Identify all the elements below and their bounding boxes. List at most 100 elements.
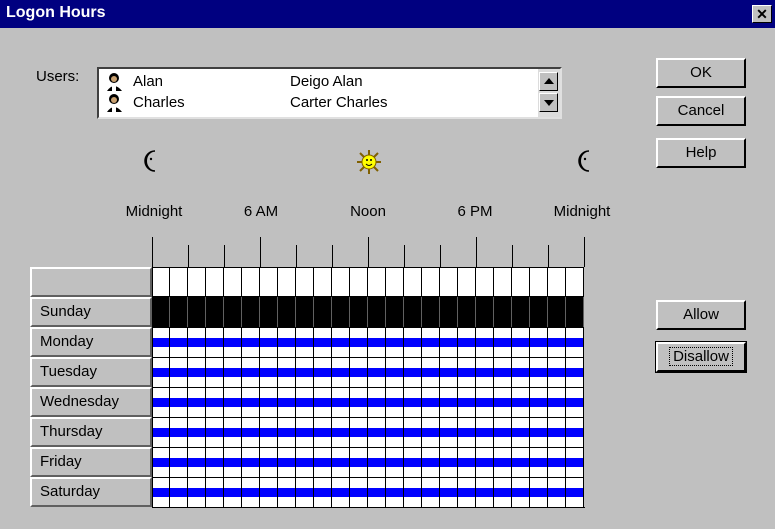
hour-cell[interactable] [476,327,494,357]
hour-cell[interactable] [206,417,224,447]
hour-cell[interactable] [566,357,584,387]
help-button[interactable]: Help [656,138,746,168]
day-row-button[interactable]: Monday [30,327,152,357]
hour-cell[interactable] [314,387,332,417]
hour-cell[interactable] [548,327,566,357]
hour-cell[interactable] [188,357,206,387]
select-all-button[interactable] [30,267,152,297]
hour-cell[interactable] [314,327,332,357]
hour-cell[interactable] [206,297,224,327]
hour-cell[interactable] [278,387,296,417]
hour-cell[interactable] [278,417,296,447]
hour-cell[interactable] [494,387,512,417]
hour-cell[interactable] [566,417,584,447]
hour-cell[interactable] [242,417,260,447]
hour-cell[interactable] [476,357,494,387]
hour-cell[interactable] [332,447,350,477]
hour-cell[interactable] [422,357,440,387]
hour-cell[interactable] [566,447,584,477]
hour-column-button[interactable] [404,267,422,297]
hour-cell[interactable] [512,327,530,357]
hour-cell[interactable] [350,387,368,417]
hour-cell[interactable] [242,327,260,357]
list-item[interactable]: Charles Carter Charles [105,93,535,113]
hour-cell[interactable] [332,357,350,387]
hour-cell[interactable] [566,387,584,417]
hour-cell[interactable] [566,327,584,357]
day-row-button[interactable]: Sunday [30,297,152,327]
scroll-down-button[interactable] [539,93,558,112]
hour-cell[interactable] [224,447,242,477]
hour-cell[interactable] [152,417,170,447]
hour-cell[interactable] [440,417,458,447]
hour-cell[interactable] [350,417,368,447]
hour-cell[interactable] [440,357,458,387]
hour-cell[interactable] [170,477,188,507]
hour-cell[interactable] [548,387,566,417]
hour-cell[interactable] [476,417,494,447]
hour-cell[interactable] [530,447,548,477]
hour-cell[interactable] [314,357,332,387]
hour-cell[interactable] [476,447,494,477]
hour-cell[interactable] [476,477,494,507]
hour-cell[interactable] [350,327,368,357]
hour-cell[interactable] [512,417,530,447]
hour-cell[interactable] [404,477,422,507]
hour-cell[interactable] [350,447,368,477]
hour-column-button[interactable] [566,267,584,297]
hour-cell[interactable] [206,387,224,417]
hour-cell[interactable] [170,327,188,357]
hour-cell[interactable] [458,327,476,357]
hour-column-button[interactable] [476,267,494,297]
hour-cell[interactable] [476,387,494,417]
hour-cell[interactable] [260,447,278,477]
hour-cell[interactable] [548,297,566,327]
hour-cell[interactable] [170,357,188,387]
hour-cell[interactable] [224,477,242,507]
day-row-button[interactable]: Thursday [30,417,152,447]
scroll-up-button[interactable] [539,72,558,91]
hour-cell[interactable] [242,477,260,507]
hour-cell[interactable] [188,417,206,447]
hour-column-button[interactable] [386,267,404,297]
hour-cell[interactable] [260,357,278,387]
hour-cell[interactable] [296,297,314,327]
hour-cell[interactable] [422,387,440,417]
hour-cell[interactable] [386,357,404,387]
hour-cell[interactable] [278,447,296,477]
hour-column-button[interactable] [242,267,260,297]
hour-cell[interactable] [152,447,170,477]
list-scrollbar[interactable] [538,69,560,117]
hour-cell[interactable] [404,327,422,357]
hour-cell[interactable] [296,387,314,417]
hour-cell[interactable] [350,357,368,387]
hour-cell[interactable] [350,477,368,507]
hour-cell[interactable] [224,417,242,447]
hour-cell[interactable] [170,297,188,327]
hour-cell[interactable] [206,357,224,387]
hour-cell[interactable] [314,447,332,477]
hour-cell[interactable] [260,327,278,357]
hour-column-button[interactable] [512,267,530,297]
hour-cell[interactable] [458,357,476,387]
hour-cell[interactable] [530,387,548,417]
hour-cell[interactable] [458,477,476,507]
hour-column-button[interactable] [314,267,332,297]
hour-cell[interactable] [512,477,530,507]
hour-cell[interactable] [260,297,278,327]
hour-column-button[interactable] [296,267,314,297]
hour-cell[interactable] [422,477,440,507]
hour-cell[interactable] [278,327,296,357]
hour-cell[interactable] [404,387,422,417]
hour-cell[interactable] [188,297,206,327]
users-listbox[interactable]: Alan Deigo Alan Charles Carter Charles [97,67,562,119]
hour-cell[interactable] [206,447,224,477]
hour-cell[interactable] [368,357,386,387]
hour-cell[interactable] [152,357,170,387]
hour-cell[interactable] [278,357,296,387]
hour-cell[interactable] [224,387,242,417]
hour-column-button[interactable] [278,267,296,297]
day-row-button[interactable]: Wednesday [30,387,152,417]
hour-cell[interactable] [404,357,422,387]
hour-column-button[interactable] [422,267,440,297]
